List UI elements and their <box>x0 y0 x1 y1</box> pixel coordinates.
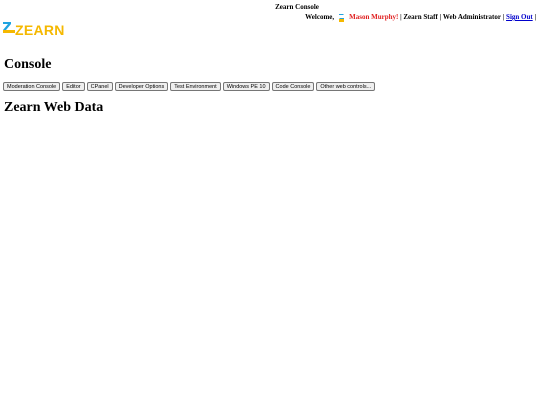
console-button-row: Moderation Console Editor CPanel Develop… <box>3 82 376 91</box>
zearn-logo-mark-icon <box>3 22 15 33</box>
test-environment-button[interactable]: Test Environment <box>170 82 221 91</box>
moderation-console-button[interactable]: Moderation Console <box>3 82 61 91</box>
role-admin: Web Administrator <box>442 13 501 21</box>
page-title: Zearn Console <box>275 3 319 11</box>
user-avatar-icon <box>338 13 345 22</box>
sign-out-link[interactable]: Sign Out <box>506 13 533 22</box>
console-heading: Console <box>4 57 52 72</box>
web-data-heading: Zearn Web Data <box>4 100 104 115</box>
other-web-controls-button[interactable]: Other web controls... <box>316 82 376 91</box>
zearn-logo: ZEARN <box>3 22 65 38</box>
user-bar: Welcome, Mason Murphy! | Zearn Staff | W… <box>305 13 536 22</box>
role-staff: Zearn Staff <box>403 13 438 21</box>
welcome-label: Welcome, <box>305 13 335 21</box>
logo-text: ZEARN <box>15 22 65 38</box>
separator: | <box>534 13 536 21</box>
code-console-button[interactable]: Code Console <box>271 82 315 91</box>
cpanel-button[interactable]: CPanel <box>86 82 113 91</box>
developer-options-button[interactable]: Developer Options <box>114 82 169 91</box>
editor-button[interactable]: Editor <box>62 82 85 91</box>
windows-pe-10-button[interactable]: Windows PE 10 <box>222 82 270 91</box>
user-name: Mason Murphy! <box>349 13 399 21</box>
